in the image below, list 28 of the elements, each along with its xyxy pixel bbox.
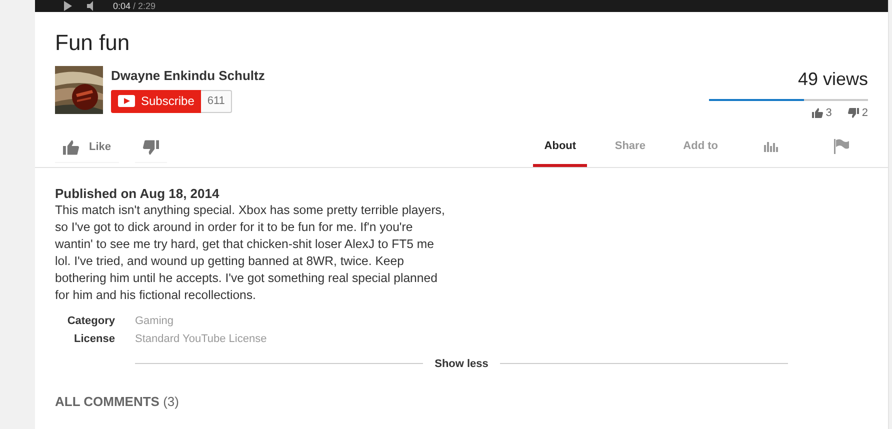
tab[interactable]: About [533,128,588,166]
meta-label: License [73,332,116,346]
publish-date: Published on Aug 18, 2014 [55,184,220,202]
like-count: 3 [826,106,832,121]
current-time: 0:04 [113,1,131,11]
show-less-button[interactable]: Show less [434,356,488,372]
bar-chart-icon [764,140,778,152]
flag-icon [834,138,848,154]
thumbs-up-icon [63,140,79,155]
meta-value[interactable]: Gaming [135,312,174,330]
view-count: 49 views [798,68,868,91]
meta-label: Category [66,314,116,328]
dislike-count: 2 [862,106,868,121]
tab[interactable]: Share [603,128,658,166]
video-title: Fun fun [55,30,131,56]
thumbs-down-icon [143,140,160,155]
tab[interactable]: Add to [673,128,728,166]
thumbs-up-icon [812,108,823,118]
play-icon[interactable] [63,1,73,11]
total-time: / 2:29 [133,1,156,11]
thumbs-down-icon [848,108,859,118]
subscribe-button[interactable]: Subscribe [111,90,202,112]
meta-value[interactable]: Standard YouTube License [135,330,267,348]
subscriber-count: 611 [201,90,232,112]
channel-name[interactable]: Dwayne Enkindu Schultz [111,66,265,86]
description-text: This match isn't anything special. Xbox has some pretty terrible players, so I've got to dick around in order for it to be fun for me. If'n you're wantin' to see me try hard, get that chicken-shit loser AlexJ to FT5 me lol. I've tried, and wound up getting banned at 8WR, twice. Keep bothering him until he accepts. I've got something real special planned for him and his fictional recollections. [55,202,445,304]
play-logo-icon [118,95,135,107]
comments-heading: ALL COMMENTS (3) [55,393,180,411]
